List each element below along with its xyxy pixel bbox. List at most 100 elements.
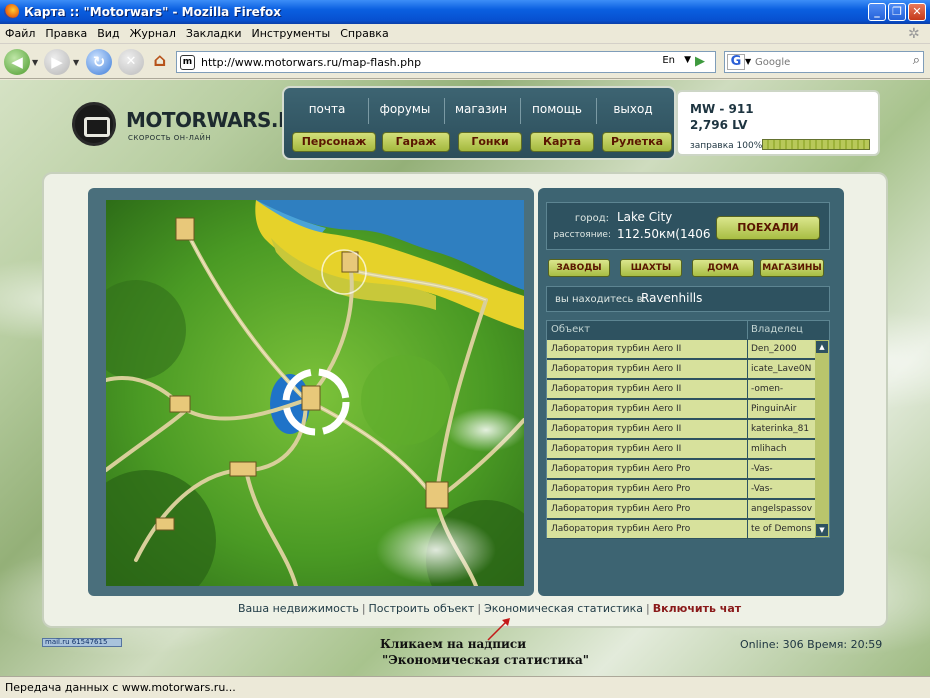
player-level: 2,796 LV bbox=[690, 118, 748, 132]
nav-link-help[interactable]: помощь bbox=[522, 102, 592, 116]
nav-button-roulette[interactable]: Рулетка bbox=[602, 132, 672, 152]
search-engine-icon[interactable]: G bbox=[727, 54, 745, 70]
forward-button[interactable]: ▶ bbox=[44, 49, 70, 75]
status-bar: Передача данных с www.motorwars.ru... bbox=[0, 676, 930, 698]
nav-link-forums[interactable]: форумы bbox=[370, 102, 440, 116]
column-divider bbox=[747, 460, 748, 479]
top-navigation: почта форумы магазин помощь выход Персон… bbox=[282, 86, 676, 160]
minimize-button[interactable]: _ bbox=[868, 3, 886, 21]
column-divider bbox=[747, 420, 748, 439]
category-shops-button[interactable]: МАГАЗИНЫ bbox=[760, 259, 824, 277]
column-divider bbox=[747, 340, 748, 359]
nav-button-races[interactable]: Гонки bbox=[458, 132, 522, 152]
column-divider bbox=[747, 520, 748, 539]
back-history-dropdown-icon[interactable]: ▼ bbox=[32, 58, 38, 67]
link-separator: | bbox=[361, 602, 366, 615]
object-name-cell: Лаборатория турбин Aero Pro bbox=[551, 484, 691, 494]
nav-button-garage[interactable]: Гараж bbox=[382, 132, 450, 152]
table-row[interactable]: Лаборатория турбин Aero II icate_Lave0N bbox=[547, 360, 815, 379]
distance-label: расстояние: bbox=[553, 230, 611, 240]
table-row[interactable]: Лаборатория турбин Aero II mlihach bbox=[547, 440, 815, 459]
owner-name-cell: te of Demons bbox=[751, 524, 812, 534]
nav-divider bbox=[444, 98, 445, 124]
url-dropdown-icon[interactable]: ▼ bbox=[684, 55, 691, 65]
address-url[interactable]: http://www.motorwars.ru/map-flash.php bbox=[201, 56, 421, 69]
table-row[interactable]: Лаборатория турбин Aero II Den_2000 bbox=[547, 340, 815, 359]
table-row[interactable]: Лаборатория турбин Aero Pro te of Demons bbox=[547, 520, 815, 539]
address-bar[interactable]: m http://www.motorwars.ru/map-flash.php … bbox=[176, 51, 716, 73]
scroll-up-icon[interactable]: ▲ bbox=[816, 341, 828, 353]
site-favicon-icon: m bbox=[180, 55, 195, 70]
fuel-bar-fill bbox=[763, 140, 869, 149]
search-engine-dropdown-icon[interactable]: ▼ bbox=[745, 57, 751, 66]
category-factories-button[interactable]: ЗАВОДЫ bbox=[548, 259, 610, 277]
forward-history-dropdown-icon[interactable]: ▼ bbox=[73, 58, 79, 67]
nav-link-exit[interactable]: выход bbox=[598, 102, 668, 116]
table-row[interactable]: Лаборатория турбин Aero II -omen- bbox=[547, 380, 815, 399]
link-separator: | bbox=[477, 602, 482, 615]
stop-button[interactable]: ✕ bbox=[118, 49, 144, 75]
table-row[interactable]: Лаборатория турбин Aero II katerinka_81 bbox=[547, 420, 815, 439]
object-name-cell: Лаборатория турбин Aero II bbox=[551, 444, 682, 454]
owner-name-cell: PinguinAir bbox=[751, 404, 797, 414]
table-scrollbar[interactable]: ▲ ▼ bbox=[815, 340, 829, 537]
search-icon[interactable]: ⌕ bbox=[913, 53, 920, 68]
mailru-counter[interactable]: mail.ru 61547615 bbox=[42, 638, 122, 647]
nav-link-mail[interactable]: почта bbox=[292, 102, 362, 116]
throbber-icon: ✲ bbox=[908, 26, 920, 42]
back-button[interactable]: ◀ bbox=[4, 49, 30, 75]
link-enable-chat[interactable]: Включить чат bbox=[653, 602, 741, 615]
location-value: Ravenhills bbox=[641, 291, 703, 305]
search-box[interactable]: G ▼ ⌕ bbox=[724, 51, 924, 73]
annotation-note: Кликаем на надписи "Экономическая статис… bbox=[380, 636, 600, 668]
link-my-property[interactable]: Ваша недвижимость bbox=[238, 602, 359, 615]
distance-value: 112.50км(1406 bbox=[617, 227, 711, 241]
search-input[interactable] bbox=[755, 54, 901, 70]
column-divider bbox=[747, 440, 748, 459]
reload-button[interactable]: ↻ bbox=[86, 49, 112, 75]
menu-file[interactable]: Файл bbox=[0, 24, 40, 43]
column-header-object[interactable]: Объект bbox=[551, 324, 590, 335]
home-button[interactable]: ⌂ bbox=[148, 50, 172, 74]
owner-name-cell: angelspassov bbox=[751, 504, 813, 514]
category-houses-button[interactable]: ДОМА bbox=[692, 259, 754, 277]
status-text: Передача данных с www.motorwars.ru... bbox=[5, 681, 236, 694]
table-row[interactable]: Лаборатория турбин Aero Pro angelspassov bbox=[547, 500, 815, 519]
link-economic-stats[interactable]: Экономическая статистика bbox=[484, 602, 643, 615]
go-button[interactable]: ПОЕХАЛИ bbox=[716, 216, 820, 240]
menu-tools[interactable]: Инструменты bbox=[247, 24, 336, 43]
site-logo[interactable]: MOTORWARS.RU СКОРОСТЬ ОН-ЛАЙН bbox=[72, 102, 309, 152]
table-row[interactable]: Лаборатория турбин Aero II PinguinAir bbox=[547, 400, 815, 419]
navigation-toolbar: ◀ ▼ ▶ ▼ ↻ ✕ ⌂ m http://www.motorwars.ru/… bbox=[0, 45, 930, 79]
maximize-button[interactable]: ❐ bbox=[888, 3, 906, 21]
go-arrow-icon[interactable]: ▶ bbox=[695, 54, 711, 70]
scroll-down-icon[interactable]: ▼ bbox=[816, 524, 828, 536]
owner-name-cell: -omen- bbox=[751, 384, 784, 394]
column-divider bbox=[747, 321, 748, 339]
window-title: Карта :: "Motorwars" - Mozilla Firefox bbox=[24, 5, 282, 19]
menu-history[interactable]: Журнал bbox=[125, 24, 181, 43]
link-separator: | bbox=[646, 602, 650, 615]
table-row[interactable]: Лаборатория турбин Aero Pro -Vas- bbox=[547, 480, 815, 499]
table-row[interactable]: Лаборатория турбин Aero Pro -Vas- bbox=[547, 460, 815, 479]
game-map[interactable] bbox=[106, 200, 524, 586]
nav-button-map[interactable]: Карта bbox=[530, 132, 594, 152]
menu-help[interactable]: Справка bbox=[335, 24, 393, 43]
menu-bookmarks[interactable]: Закладки bbox=[181, 24, 247, 43]
owner-name-cell: Den_2000 bbox=[751, 344, 797, 354]
link-build-object[interactable]: Построить объект bbox=[369, 602, 475, 615]
object-name-cell: Лаборатория турбин Aero II bbox=[551, 364, 682, 374]
menu-view[interactable]: Вид bbox=[92, 24, 124, 43]
nav-divider bbox=[596, 98, 597, 124]
owner-name-cell: -Vas- bbox=[751, 464, 773, 474]
category-mines-button[interactable]: ШАХТЫ bbox=[620, 259, 682, 277]
close-button[interactable]: ✕ bbox=[908, 3, 926, 21]
column-header-owner[interactable]: Владелец bbox=[751, 324, 803, 335]
title-bar: Карта :: "Motorwars" - Mozilla Firefox _… bbox=[0, 0, 930, 24]
annotation-line-2: "Экономическая статистика" bbox=[382, 653, 589, 667]
nav-button-character[interactable]: Персонаж bbox=[292, 132, 376, 152]
nav-divider bbox=[368, 98, 369, 124]
nav-link-shop[interactable]: магазин bbox=[446, 102, 516, 116]
menu-edit[interactable]: Правка bbox=[40, 24, 92, 43]
logo-subtitle: СКОРОСТЬ ОН-ЛАЙН bbox=[128, 134, 212, 142]
